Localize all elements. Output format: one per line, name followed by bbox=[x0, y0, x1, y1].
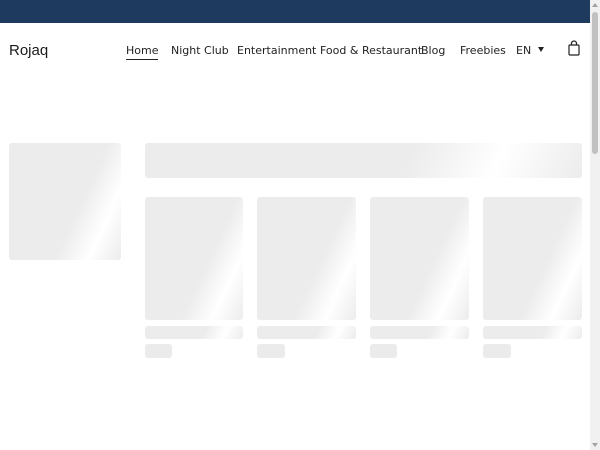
card-title-placeholder bbox=[483, 326, 582, 339]
nav-night-club[interactable]: Night Club bbox=[171, 44, 229, 57]
card-price-placeholder bbox=[257, 344, 285, 358]
banner-placeholder bbox=[145, 143, 582, 178]
site-logo[interactable]: Rojaq bbox=[9, 42, 48, 59]
nav-entertainment[interactable]: Entertainment bbox=[237, 44, 316, 57]
card-price-placeholder bbox=[370, 344, 397, 358]
nav-freebies[interactable]: Freebies bbox=[460, 44, 506, 57]
card-image-placeholder bbox=[370, 197, 469, 320]
shopping-bag-icon[interactable] bbox=[568, 40, 580, 56]
site-header: Rojaq Home Night Club Entertainment Food… bbox=[0, 23, 590, 78]
scroll-down-arrow-icon[interactable] bbox=[592, 443, 598, 447]
card-image-placeholder bbox=[145, 197, 243, 320]
nav-blog[interactable]: Blog bbox=[421, 44, 445, 57]
card-price-placeholder bbox=[145, 344, 172, 358]
page: Rojaq Home Night Club Entertainment Food… bbox=[0, 0, 600, 450]
card-title-placeholder bbox=[145, 326, 243, 339]
card-image-placeholder bbox=[257, 197, 356, 320]
scrollbar[interactable] bbox=[590, 0, 600, 450]
card-price-placeholder bbox=[483, 344, 511, 358]
language-selector[interactable]: EN bbox=[516, 44, 531, 57]
card-title-placeholder bbox=[370, 326, 469, 339]
scrollbar-thumb[interactable] bbox=[592, 12, 598, 154]
sidebar-placeholder bbox=[9, 143, 121, 260]
caret-down-icon[interactable] bbox=[538, 47, 544, 52]
nav-food-restaurant[interactable]: Food & Restaurant bbox=[320, 44, 422, 57]
nav-home[interactable]: Home bbox=[126, 44, 159, 60]
card-title-placeholder bbox=[257, 326, 356, 339]
card-image-placeholder bbox=[483, 197, 582, 320]
top-bar bbox=[0, 0, 590, 23]
scroll-up-arrow-icon[interactable] bbox=[592, 3, 598, 7]
